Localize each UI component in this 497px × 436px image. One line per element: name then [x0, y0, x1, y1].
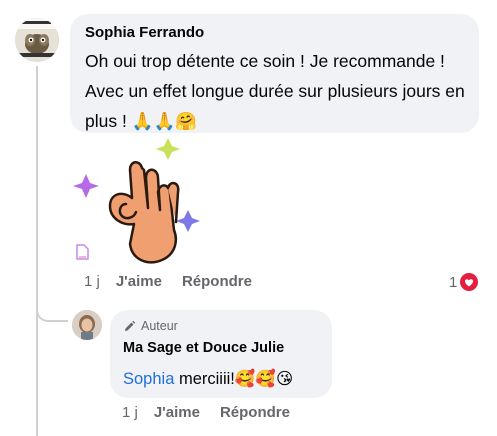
- comment-reply-button[interactable]: Répondre: [182, 273, 252, 290]
- reply-bubble: Auteur Ma Sage et Douce Julie Sophia mer…: [110, 310, 332, 398]
- reply-actions: 1 j J'aime Répondre: [122, 404, 310, 421]
- reply-reply-button[interactable]: Répondre: [220, 404, 290, 421]
- reply-connector: [36, 296, 68, 322]
- mention-link[interactable]: Sophia: [123, 370, 174, 388]
- reply-time[interactable]: 1 j: [122, 404, 138, 421]
- pencil-icon: [125, 320, 136, 331]
- reply-message: merciiii!🥰🥰😘: [174, 370, 294, 388]
- thread-line: [36, 66, 38, 436]
- author-badge-label: Auteur: [141, 319, 178, 333]
- comment-text: Oh oui trop détente ce soin ! Je recomma…: [85, 51, 465, 131]
- file-icon[interactable]: [76, 244, 89, 265]
- commenter-avatar[interactable]: [15, 18, 59, 62]
- sparkle-blue-icon: [176, 210, 200, 232]
- comment-actions: 1 j J'aime Répondre: [84, 273, 272, 290]
- reply-like-button[interactable]: J'aime: [154, 404, 200, 421]
- comment-like-button[interactable]: J'aime: [116, 273, 162, 290]
- comment-bubble: Sophia Ferrando Oh oui trop détente ce s…: [70, 14, 479, 133]
- sparkle-purple-icon: [73, 174, 99, 198]
- reaction-count: 1: [449, 273, 458, 291]
- reply-author-avatar[interactable]: [72, 310, 102, 340]
- reaction-summary[interactable]: 1: [449, 273, 479, 291]
- reply-text: Sophia merciiii!🥰🥰😘: [123, 369, 293, 389]
- sparkle-green-icon: [156, 138, 180, 160]
- reply-author[interactable]: Ma Sage et Douce Julie: [123, 340, 284, 356]
- comment-time[interactable]: 1 j: [84, 273, 100, 290]
- heart-reaction-icon: [460, 273, 479, 291]
- author-badge: Auteur: [123, 319, 178, 333]
- comment-author[interactable]: Sophia Ferrando: [85, 24, 204, 41]
